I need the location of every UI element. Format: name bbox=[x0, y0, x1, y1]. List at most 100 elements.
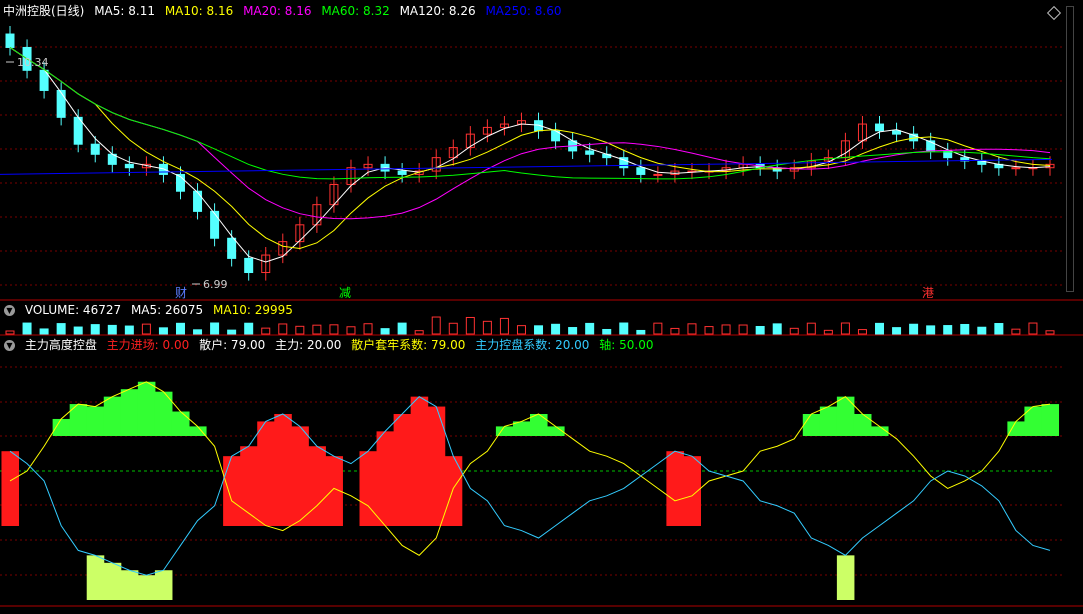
volume-bar bbox=[210, 322, 220, 335]
candle-body bbox=[124, 163, 134, 169]
event-marker-finance[interactable]: 财 bbox=[175, 286, 187, 300]
volume-bar bbox=[534, 325, 544, 335]
candle-body bbox=[875, 123, 885, 132]
volume-bar bbox=[278, 323, 288, 335]
main-low-bar bbox=[103, 562, 122, 600]
event-marker-reduce[interactable]: 减 bbox=[339, 286, 351, 300]
candle-body bbox=[158, 163, 168, 175]
candle-body bbox=[653, 173, 663, 176]
volume-bar bbox=[1045, 330, 1055, 335]
volume-bar bbox=[875, 322, 885, 335]
event-marker-hk[interactable]: 港 bbox=[922, 286, 934, 300]
ma250-label: MA250: 8.60 bbox=[485, 4, 562, 18]
volume-bar bbox=[551, 323, 561, 335]
volume-bar bbox=[431, 316, 441, 335]
volume-bar bbox=[738, 324, 748, 335]
volume-bar bbox=[857, 329, 867, 335]
retail-fill-bar bbox=[853, 414, 872, 436]
retail-fill-bar bbox=[1024, 406, 1042, 436]
volume-bar bbox=[892, 327, 902, 335]
volume-label: VOLUME: 46727 bbox=[24, 303, 122, 317]
price-panel-header: 中洲控股(日线) MA5: 8.11 MA10: 8.16 MA20: 8.16… bbox=[0, 2, 567, 20]
main-fill-bar bbox=[291, 426, 309, 526]
retail-label: 散户: 79.00 bbox=[199, 338, 266, 352]
volume-ma10-label: MA10: 29995 bbox=[213, 303, 293, 317]
ma10-label: MA10: 8.16 bbox=[164, 4, 234, 18]
candle-body bbox=[244, 257, 254, 274]
volume-bar bbox=[5, 330, 15, 335]
candle-body bbox=[5, 33, 15, 48]
volume-bar bbox=[175, 322, 185, 335]
ma60-line bbox=[9, 47, 1051, 180]
volume-bar bbox=[56, 323, 66, 335]
volume-bar bbox=[994, 323, 1004, 335]
volume-bar bbox=[602, 328, 612, 335]
ma60-label: MA60: 8.32 bbox=[321, 4, 390, 18]
volume-bar bbox=[670, 327, 680, 335]
main-fill-bar bbox=[683, 456, 701, 526]
main-low-bar bbox=[86, 555, 105, 600]
volume-bar bbox=[516, 325, 526, 335]
volume-bar bbox=[295, 325, 305, 335]
volume-bar bbox=[653, 322, 663, 335]
ma20-label: MA20: 8.16 bbox=[243, 4, 312, 18]
volume-bar bbox=[789, 327, 799, 335]
main-fill-bar bbox=[410, 396, 429, 526]
volume-bar bbox=[329, 324, 339, 335]
volume-bar bbox=[755, 325, 765, 335]
volume-bar bbox=[227, 329, 237, 335]
chevron-down-icon[interactable]: ▼ bbox=[4, 340, 15, 351]
volume-bar bbox=[244, 322, 254, 335]
volume-bar bbox=[721, 324, 731, 335]
main-low-bar bbox=[120, 570, 139, 600]
volume-bar bbox=[193, 329, 203, 335]
retail-fill-bar bbox=[171, 411, 190, 436]
volume-bar bbox=[585, 322, 595, 335]
volume-bar bbox=[346, 326, 356, 335]
volume-bar bbox=[687, 323, 697, 335]
volume-bar bbox=[124, 325, 134, 335]
volume-bar bbox=[840, 322, 850, 335]
indicator-panel-header: ▼ 主力高度控盘 主力进场: 0.00 散户: 79.00 主力: 20.00 … bbox=[0, 336, 659, 354]
volume-bar bbox=[107, 324, 117, 335]
main-fill-bar bbox=[308, 446, 326, 526]
candle-body bbox=[585, 150, 595, 155]
low-marker: 6.99 bbox=[192, 278, 228, 291]
axis-label: 轴: 50.00 bbox=[599, 338, 654, 352]
volume-bar bbox=[448, 322, 458, 335]
volume-bar bbox=[619, 322, 629, 335]
indicator-fills bbox=[1, 381, 1060, 600]
retail-fill-bar bbox=[1007, 421, 1025, 436]
volume-bar bbox=[704, 326, 714, 335]
volume-bar bbox=[1011, 328, 1021, 335]
stock-title: 中洲控股(日线) bbox=[3, 4, 85, 18]
vertical-scrollbar[interactable] bbox=[1066, 6, 1074, 292]
candle-body bbox=[227, 237, 237, 259]
volume-bar bbox=[926, 325, 936, 335]
main-low-bar bbox=[154, 570, 173, 600]
volume-bar bbox=[39, 328, 49, 335]
volume-bar bbox=[977, 326, 987, 335]
volume-bar bbox=[1028, 322, 1038, 335]
main-entry-label: 主力进场: 0.00 bbox=[106, 338, 190, 352]
retail-fill-bar bbox=[819, 406, 838, 436]
volume-bar bbox=[397, 322, 407, 335]
volume-bar bbox=[90, 324, 100, 335]
volume-bar bbox=[73, 326, 83, 335]
candle-body bbox=[193, 190, 203, 212]
chevron-down-icon[interactable]: ▼ bbox=[4, 305, 15, 316]
retail-trap-label: 散户套牢系数: 79.00 bbox=[351, 338, 466, 352]
low-price-label: 6.99 bbox=[203, 278, 228, 291]
volume-bar bbox=[636, 329, 646, 335]
ma10-line bbox=[9, 47, 1051, 249]
volume-bars bbox=[5, 316, 1055, 335]
volume-bar bbox=[482, 320, 492, 335]
volume-bar bbox=[414, 330, 424, 335]
retail-fill-bar bbox=[802, 414, 821, 436]
candle-body bbox=[56, 89, 66, 118]
main-fill-bar bbox=[393, 414, 412, 526]
candle-body bbox=[892, 130, 902, 135]
retail-fill-bar bbox=[154, 391, 173, 436]
high-marker: 10.34 bbox=[6, 56, 49, 69]
volume-bar bbox=[312, 324, 322, 335]
